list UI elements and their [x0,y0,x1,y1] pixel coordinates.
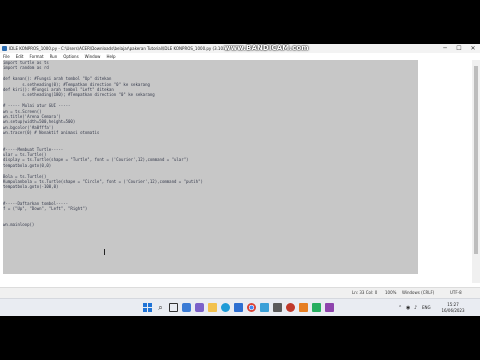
app-icon[interactable] [286,303,295,312]
app-icon[interactable] [312,303,321,312]
start-icon[interactable] [143,303,152,312]
edge-icon[interactable] [221,303,230,312]
zoom-level: 100% [385,290,397,295]
editor-window: IDLE KONPROS_1000.py - C:\Users\ACER\Dow… [0,44,480,298]
network-icon[interactable]: ◉ [406,299,410,317]
cursor-position: Ln: 33 Col: 0 [352,290,378,295]
code-line: wn.mainloop() [3,222,35,228]
clock-date: 16/06/2023 [441,307,465,313]
search-icon[interactable]: ⌕ [156,303,165,312]
tray-chevron-icon[interactable]: ⌃ [398,299,402,317]
app-icon[interactable] [299,303,308,312]
status-bar: Ln: 33 Col: 0 100% Windows (CRLF) UTF-8 [0,287,480,298]
menu-window[interactable]: Window [85,53,101,60]
python-idle-icon [2,46,7,51]
close-button[interactable]: ✕ [466,44,480,53]
scrollbar-thumb[interactable] [474,66,478,254]
code-text: import turtle as ts import random as rd d… [3,60,418,228]
chat-icon[interactable] [195,303,204,312]
maximize-button[interactable]: ☐ [452,44,466,53]
menu-bar: File Edit Format Run Options Window Help [0,53,480,60]
app-icon[interactable] [273,303,282,312]
taskbar: ⌕ ⌃ ◉ ♪ ENG 15:27 16/06/2023 [0,298,480,316]
menu-edit[interactable]: Edit [16,53,24,60]
menu-help[interactable]: Help [106,53,115,60]
app-icon[interactable] [325,303,334,312]
menu-options[interactable]: Options [63,53,78,60]
minimize-button[interactable]: ─ [438,44,452,53]
window-title: IDLE KONPROS_1000.py - C:\Users\ACER\Dow… [9,46,229,51]
menu-format[interactable]: Format [29,53,43,60]
code-editor[interactable]: import turtle as ts import random as rd d… [3,60,418,287]
chrome-icon[interactable] [247,303,256,312]
language-indicator[interactable]: ENG [422,299,431,317]
line-ending: Windows (CRLF) [402,290,435,295]
clock[interactable]: 15:27 16/06/2023 [434,302,472,313]
store-icon[interactable] [234,303,243,312]
bandicam-watermark: www.BANDICAM.com [224,44,309,52]
task-view-icon[interactable] [169,303,178,312]
title-bar[interactable]: IDLE KONPROS_1000.py - C:\Users\ACER\Dow… [0,44,480,53]
notepad-icon[interactable] [260,303,269,312]
menu-run[interactable]: Run [50,53,58,60]
menu-file[interactable]: File [3,53,10,60]
volume-icon[interactable]: ♪ [414,299,417,317]
text-cursor [104,249,105,255]
widgets-icon[interactable] [182,303,191,312]
encoding: UTF-8 [450,290,462,295]
desktop-screen: IDLE KONPROS_1000.py - C:\Users\ACER\Dow… [0,0,480,360]
file-explorer-icon[interactable] [208,303,217,312]
